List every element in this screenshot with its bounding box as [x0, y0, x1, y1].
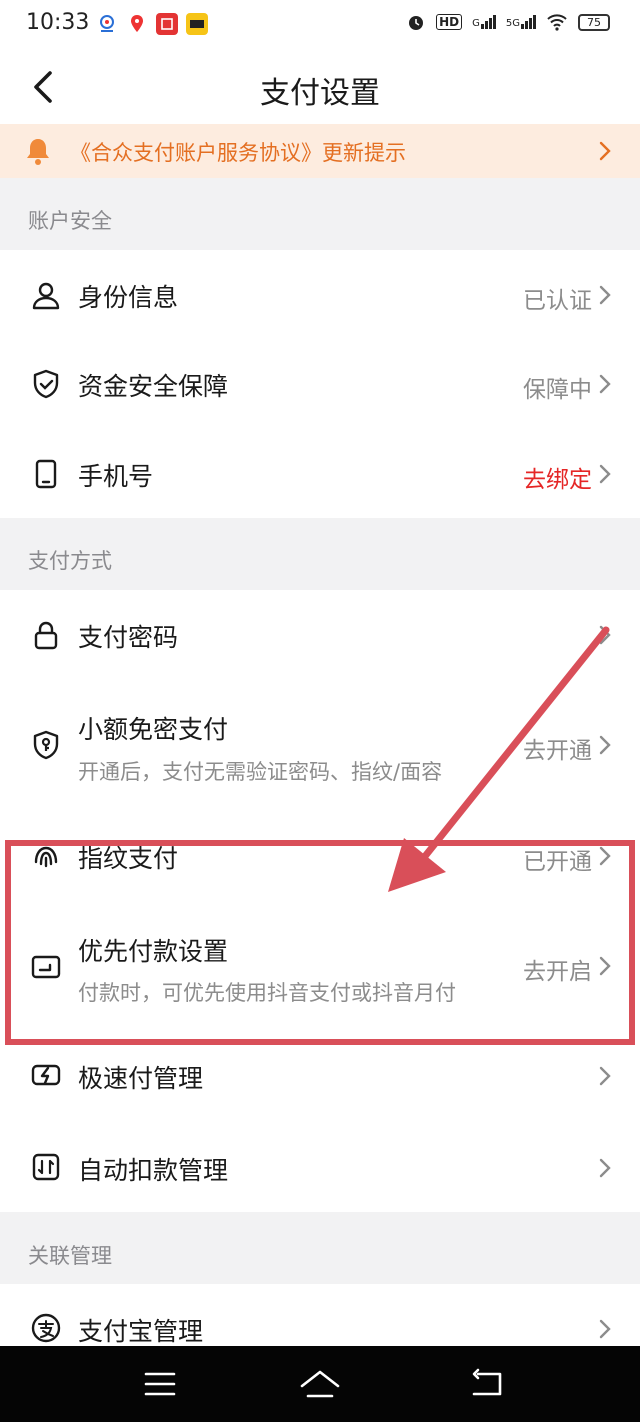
item-label: 资金安全保障: [78, 372, 229, 401]
item-label: 身份信息: [78, 283, 179, 312]
item-label: 极速付管理: [78, 1064, 204, 1093]
home-icon[interactable]: [298, 1364, 342, 1404]
chevron-right-icon: [599, 625, 611, 645]
chevron-right-icon: [599, 374, 611, 394]
shield-key-icon: [33, 730, 59, 760]
chevron-right-icon: [599, 141, 611, 161]
wifi-icon: [547, 14, 567, 31]
list-item-identity[interactable]: 身份信息 已认证: [0, 250, 640, 339]
account-security-group: 身份信息 已认证 资金安全保障 保障中 手机号 去绑定: [0, 250, 640, 518]
section-title-linked-management: 关联管理: [28, 1244, 112, 1268]
shield-check-icon: [33, 369, 59, 399]
person-icon: [32, 282, 60, 310]
item-label: 支付宝管理: [78, 1317, 204, 1346]
item-description: 开通后，支付无需验证密码、指纹/面容: [78, 760, 443, 784]
phone-icon: [35, 459, 57, 489]
item-value: 保障中: [523, 377, 592, 403]
section-title-account-security: 账户安全: [28, 209, 112, 233]
bank-app-icon: [156, 13, 178, 35]
signal-icon-1: G: [472, 15, 496, 29]
list-item-alipay[interactable]: 支付宝管理: [0, 1284, 640, 1346]
item-value: 去绑定: [523, 467, 592, 493]
notice-text: 《合众支付账户服务协议》更新提示: [70, 141, 406, 165]
page-title: 支付设置: [260, 76, 380, 111]
item-label: 手机号: [78, 462, 154, 491]
bell-icon: [27, 139, 49, 165]
menu-icon[interactable]: [138, 1364, 182, 1404]
lock-icon: [34, 621, 58, 650]
navigation-bar: 支付设置: [0, 50, 640, 124]
chevron-right-icon: [599, 285, 611, 305]
status-bar: 10:33 HD G 5G 75: [0, 0, 640, 50]
linked-management-group: 支付宝管理: [0, 1284, 640, 1346]
item-value: 已认证: [523, 288, 592, 314]
back-icon[interactable]: [466, 1364, 510, 1404]
item-value: 去开通: [523, 738, 592, 764]
status-time: 10:33: [26, 10, 90, 35]
auto-debit-icon: [32, 1153, 60, 1181]
alipay-icon: [31, 1313, 61, 1343]
chevron-right-icon: [599, 1066, 611, 1086]
chevron-right-icon: [599, 735, 611, 755]
item-label: 小额免密支付: [78, 715, 229, 744]
list-item-fund-security[interactable]: 资金安全保障 保障中: [0, 339, 640, 429]
signal-icon-2: 5G: [506, 15, 536, 29]
system-navigation-bar: [0, 1346, 640, 1422]
annotation-highlight-box: [5, 840, 635, 1045]
item-label: 支付密码: [78, 623, 179, 652]
meituan-icon: [186, 13, 208, 35]
agreement-update-notice[interactable]: 《合众支付账户服务协议》更新提示: [0, 124, 640, 178]
list-item-small-amount-password-free[interactable]: 小额免密支付 开通后，支付无需验证密码、指纹/面容 去开通: [0, 680, 640, 810]
chevron-right-icon: [599, 1158, 611, 1178]
status-indicators: HD G 5G 75: [406, 12, 610, 32]
list-item-payment-password[interactable]: 支付密码: [0, 590, 640, 680]
location-pin-icon: [126, 13, 148, 35]
list-item-phone[interactable]: 手机号 去绑定: [0, 429, 640, 518]
notification-icons: [96, 13, 208, 35]
hd-indicator: HD: [436, 14, 463, 30]
battery-icon: 75: [578, 13, 610, 31]
app-notification-icon: [96, 13, 118, 35]
list-item-auto-debit[interactable]: 自动扣款管理: [0, 1122, 640, 1212]
alarm-icon: [409, 16, 424, 30]
item-label: 自动扣款管理: [78, 1156, 229, 1185]
lightning-icon: [31, 1064, 61, 1086]
chevron-right-icon: [599, 1319, 611, 1339]
chevron-right-icon: [599, 464, 611, 484]
section-title-payment-methods: 支付方式: [28, 549, 112, 573]
